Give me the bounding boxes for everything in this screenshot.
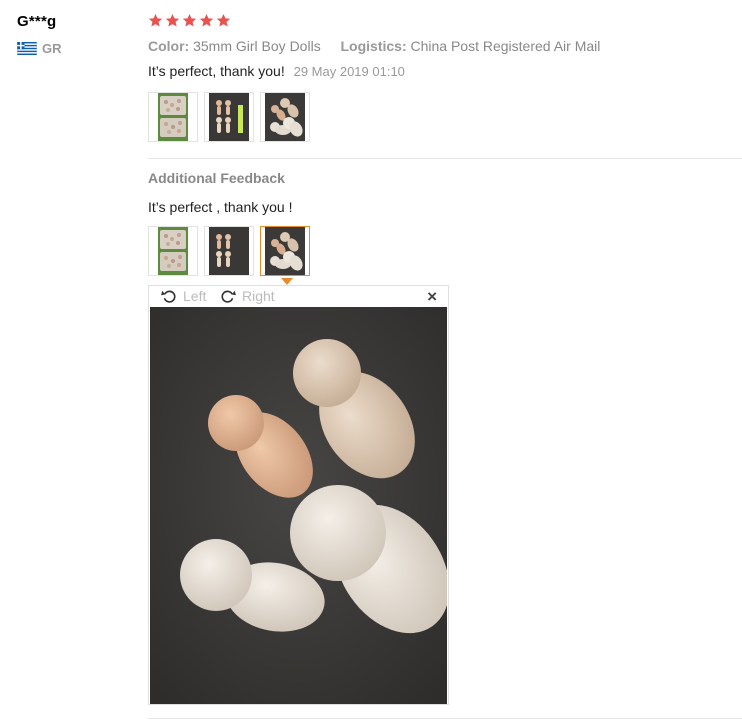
rotate-right-button[interactable]: Right: [219, 287, 275, 305]
additional-photos: [148, 226, 310, 276]
country-code: GR: [42, 41, 62, 56]
additional-feedback-text: It’s perfect , thank you !: [148, 199, 293, 215]
color-value: 35mm Girl Boy Dolls: [193, 38, 321, 54]
rotate-right-icon: [221, 290, 236, 303]
peg-dolls-enlarged-photo: [150, 307, 447, 704]
review-date: 29 May 2019 01:10: [293, 64, 405, 79]
review-bottom-divider: [148, 718, 742, 719]
photo-thumbnail-selected[interactable]: [260, 226, 310, 276]
close-viewer-button[interactable]: ×: [427, 287, 437, 307]
star-icon: [216, 13, 231, 27]
logistics-value: China Post Registered Air Mail: [410, 38, 601, 54]
review-photos: [148, 92, 310, 142]
reviewer-name: G***g: [17, 13, 57, 30]
photo-thumbnail[interactable]: [260, 92, 310, 142]
star-icon: [165, 13, 180, 27]
photo-thumbnail[interactable]: [204, 226, 254, 276]
reviewer-country: GR: [17, 41, 62, 56]
logistics-label: Logistics:: [340, 38, 407, 54]
viewer-toolbar: Left Right ×: [149, 286, 448, 307]
rotate-right-label: Right: [242, 288, 275, 304]
greece-flag-icon: [17, 42, 37, 55]
standing-dolls-photo: [209, 93, 249, 141]
bagged-dolls-photo: [158, 227, 188, 275]
photo-viewer: Left Right ×: [148, 285, 449, 705]
peg-dolls-closeup-photo: [265, 227, 305, 275]
rotate-left-icon: [161, 290, 176, 303]
photo-thumbnail[interactable]: [148, 92, 198, 142]
star-rating: [148, 13, 231, 28]
review-text: It’s perfect, thank you!: [148, 63, 285, 79]
bagged-dolls-photo: [158, 93, 188, 141]
additional-feedback-title: Additional Feedback: [148, 170, 285, 186]
photo-thumbnail[interactable]: [204, 92, 254, 142]
peg-dolls-closeup-photo: [265, 93, 305, 141]
photo-thumbnail[interactable]: [148, 226, 198, 276]
standing-dolls-photo: [209, 227, 249, 275]
star-icon: [148, 13, 163, 27]
star-icon: [199, 13, 214, 27]
color-label: Color:: [148, 38, 190, 54]
order-info: Color: 35mm Girl Boy Dolls Logistics: Ch…: [148, 38, 600, 54]
rotate-left-label: Left: [183, 288, 207, 304]
rotate-left-button[interactable]: Left: [160, 287, 206, 305]
selected-photo-pointer: [281, 278, 293, 285]
review-content: It’s perfect, thank you! 29 May 2019 01:…: [148, 63, 405, 79]
star-icon: [182, 13, 197, 27]
section-divider: [148, 158, 742, 159]
reviewer-info: G***g GR: [17, 13, 62, 56]
